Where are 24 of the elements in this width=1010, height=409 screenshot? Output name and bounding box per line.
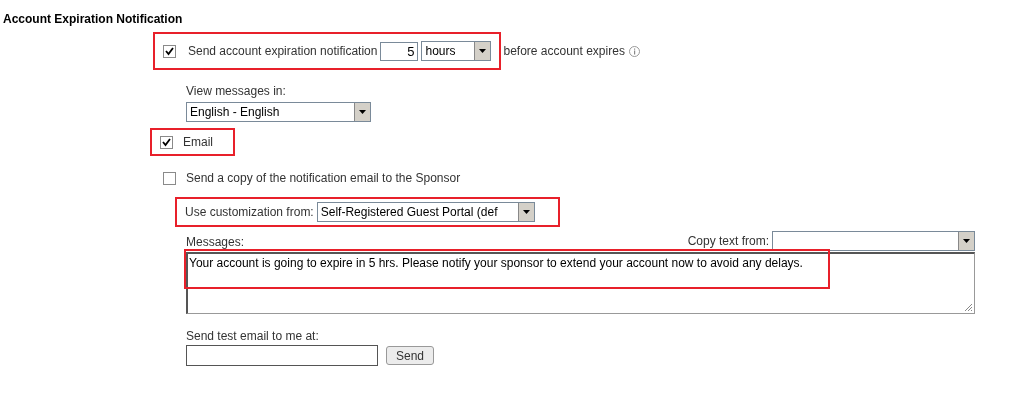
copy-text-label: Copy text from: bbox=[687, 233, 769, 250]
unit-dropdown[interactable]: hours bbox=[421, 41, 492, 61]
customization-label: Use customization from: bbox=[185, 204, 314, 221]
test-email-field[interactable] bbox=[186, 345, 378, 366]
amount-field[interactable]: 5 bbox=[380, 41, 419, 61]
checkbox[interactable] bbox=[163, 171, 176, 185]
notify-label: Send account expiration notification bbox=[188, 43, 378, 60]
section-title: Account Expiration Notification bbox=[3, 11, 183, 28]
checkbox[interactable] bbox=[160, 135, 173, 149]
message-text: Your account is going to expire in 5 hrs. Please notify your sponsor to extend your account now to avoid any delays. bbox=[189, 255, 803, 272]
suffix-label: before account expires bbox=[503, 43, 625, 60]
checkbox[interactable] bbox=[163, 44, 176, 58]
sponsor-copy-label: Send a copy of the notification email to the Sponsor bbox=[186, 170, 461, 187]
test-email-label: Send test email to me at: bbox=[186, 328, 320, 345]
send-button[interactable]: Send bbox=[386, 346, 435, 365]
copy-text-dropdown[interactable] bbox=[772, 231, 975, 251]
customization-dropdown[interactable]: Self-Registered Guest Portal (def bbox=[316, 202, 535, 222]
message-textarea[interactable]: Your account is going to expire in 5 hrs. Please notify your sponsor to extend your account now to avoid any delays. bbox=[186, 252, 975, 314]
language-dropdown[interactable]: English - English bbox=[186, 102, 371, 122]
resize-grip-icon[interactable] bbox=[963, 302, 973, 312]
messages-label: Messages: bbox=[186, 234, 245, 251]
email-label: Email bbox=[183, 134, 213, 151]
language-label: View messages in: bbox=[186, 83, 287, 100]
info-icon[interactable] bbox=[628, 45, 640, 57]
